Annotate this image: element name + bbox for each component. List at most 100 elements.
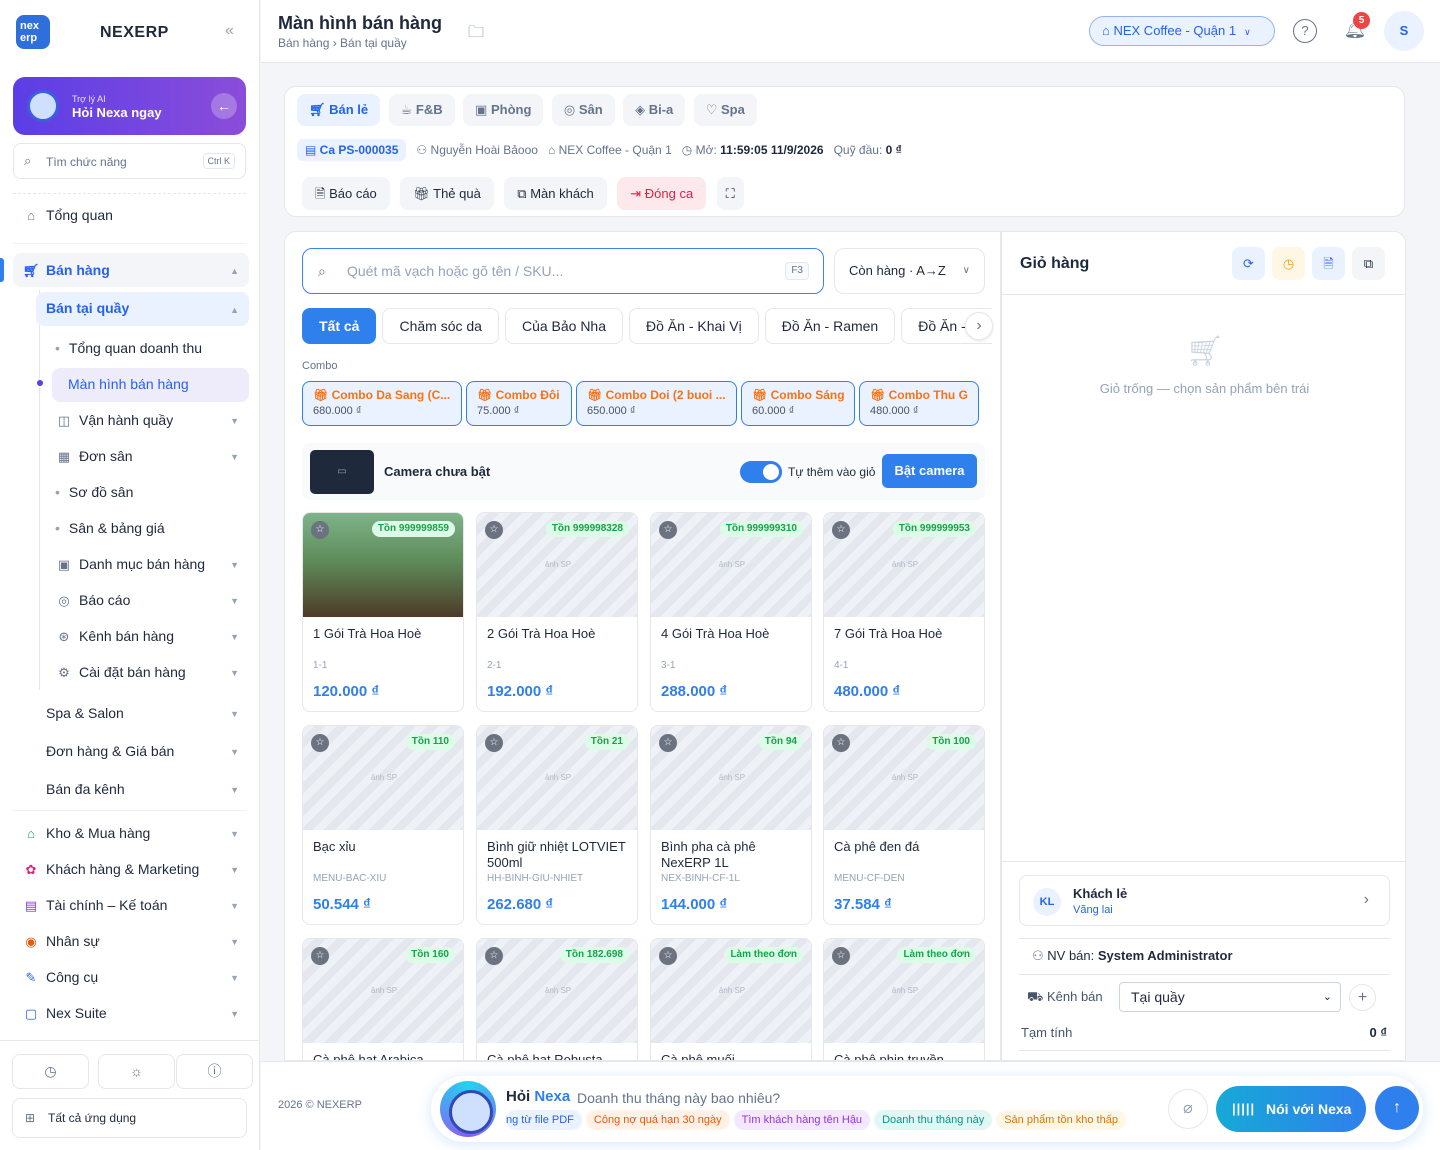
tab-court[interactable]: ◎ Sân <box>551 94 615 126</box>
star-icon[interactable]: ☆ <box>311 521 329 539</box>
attach-icon[interactable]: ⌀ <box>1168 1089 1208 1129</box>
nav-court-orders[interactable]: ▦ Đơn sân <box>55 448 133 465</box>
help-icon[interactable]: ? <box>1293 19 1317 43</box>
category-tab[interactable]: Đồ Ăn - Khai Vị <box>629 308 759 344</box>
nav-settings[interactable]: ⚙ Cài đặt bán hàng <box>55 664 185 681</box>
nav-catalog[interactable]: ▣ Danh mục bán hàng <box>55 556 205 573</box>
branch-selector[interactable]: ⌂ NEX Coffee - Quận 1 ∨ <box>1089 16 1275 46</box>
product-card[interactable]: ảnh SP ☆ Tồn 999999953 7 Gói Trà Hoa Hoè 4-1… <box>823 512 985 712</box>
document-icon[interactable]: 🗎 <box>1312 247 1345 280</box>
shift-id-badge[interactable]: ▤ Ca PS-000035 <box>297 139 407 161</box>
enable-camera-button[interactable]: Bật camera <box>882 454 977 488</box>
collapse-sidebar-icon[interactable]: « <box>225 22 234 40</box>
ai-assistant-card[interactable]: Trợ lý AI Hỏi Nexa ngay ← <box>13 77 246 135</box>
product-card[interactable]: ảnh SP ☆ Tồn 94 Bình pha cà phê NexERP 1L NE… <box>650 725 812 925</box>
nav-tools[interactable]: ✎ Công cụ <box>22 969 99 986</box>
nav-suite[interactable]: ▢ Nex Suite <box>22 1005 107 1022</box>
talk-to-nexa-button[interactable]: ||||| Nói với Nexa <box>1216 1086 1366 1132</box>
tab-room[interactable]: ▣ Phòng <box>463 94 544 126</box>
product-card[interactable]: ảnh SP ☆ Tồn 100 Cà phê đen đá MENU-CF-DEN 37… <box>823 725 985 925</box>
nav-revenue[interactable]: • Tổng quan doanh thu <box>55 340 202 356</box>
nav-pos[interactable]: Bán tại quầy <box>46 300 129 316</box>
nexa-question-input[interactable]: Doanh thu tháng này bao nhiêu? <box>577 1090 780 1106</box>
tab-spa[interactable]: ♡ Spa <box>693 94 757 126</box>
nav-inventory[interactable]: ⌂ Kho & Mua hàng <box>22 825 150 841</box>
nav-counter-ops[interactable]: ◫ Vận hành quầy <box>55 412 173 429</box>
combo-item[interactable]: 🎁︎ Combo Thu Giãn 480.000 ₫ <box>859 381 979 426</box>
report-button[interactable]: 🗎 Báo cáo <box>302 177 390 210</box>
product-search-input[interactable]: ⌕ Quét mã vạch hoặc gõ tên / SKU... F3 <box>302 248 824 294</box>
nav-finance[interactable]: ▤ Tài chính – Kế toán <box>22 897 168 914</box>
category-tab[interactable]: Đồ Ăn - Ramen <box>764 308 896 344</box>
nav-hr[interactable]: ◉ Nhân sự <box>22 933 99 950</box>
nav-overview[interactable]: ⌂ Tổng quan <box>22 207 113 223</box>
suggestion-chip[interactable]: Công nợ quá hạn 30 ngày <box>585 1110 730 1130</box>
sort-select[interactable]: Còn hàng · A→Z ∨ <box>834 248 985 294</box>
folder-icon[interactable]: 🗀 <box>468 21 484 48</box>
star-icon[interactable]: ☆ <box>311 947 329 965</box>
combo-item[interactable]: 🎁︎ Combo Da Sang (C... 680.000 ₫ <box>302 381 462 426</box>
combo-item[interactable]: 🎁︎ Combo Đôi 75.000 ₫ <box>466 381 572 426</box>
feature-search-input[interactable]: ⌕ Tìm chức năng Ctrl K <box>13 143 246 179</box>
clock-icon[interactable]: ◷ <box>1272 247 1305 280</box>
star-icon[interactable]: ☆ <box>832 521 850 539</box>
star-icon[interactable]: ☆ <box>659 521 677 539</box>
nav-court-map[interactable]: • Sơ đồ sân <box>55 484 133 500</box>
tab-retail[interactable]: 🛒︎ Bán lẻ <box>297 94 381 126</box>
combo-item[interactable]: 🎁︎ Combo Doi (2 buoi ... 650.000 ₫ <box>576 381 737 426</box>
star-icon[interactable]: ☆ <box>311 734 329 752</box>
suggestion-chip[interactable]: Doanh thu tháng này <box>874 1110 993 1130</box>
suggestion-chip[interactable]: Sản phẩm tồn kho thấp <box>996 1110 1126 1130</box>
suggestion-chip[interactable]: ng từ file PDF <box>506 1110 582 1130</box>
category-tab[interactable]: Tất cả <box>302 308 377 344</box>
product-card[interactable]: ☆ Tồn 999999859 1 Gói Trà Hoa Hoè 1-1 120.00… <box>302 512 464 712</box>
theme-button[interactable]: ☼ <box>98 1054 175 1089</box>
refresh-icon[interactable]: ⟳ <box>1232 247 1265 280</box>
send-icon[interactable]: ↑ <box>1375 1086 1419 1130</box>
star-icon[interactable]: ☆ <box>485 947 503 965</box>
auto-add-toggle[interactable] <box>740 461 782 483</box>
nav-channels[interactable]: ⊛ Kênh bán hàng <box>55 628 174 645</box>
history-button[interactable]: ◷ <box>12 1054 89 1089</box>
product-card[interactable]: ảnh SP ☆ Làm theo đơn Cà phê muối <box>650 938 812 1060</box>
suggestion-chip[interactable]: Tìm khách hàng tên Hậu <box>733 1110 871 1130</box>
star-icon[interactable]: ☆ <box>485 521 503 539</box>
star-icon[interactable]: ☆ <box>659 734 677 752</box>
customer-display-button[interactable]: ⧉ Màn khách <box>504 177 607 210</box>
product-card[interactable]: ảnh SP ☆ Tồn 999998328 2 Gói Trà Hoa Hoè 2-1… <box>476 512 638 712</box>
arrow-left-icon[interactable]: ← <box>211 93 237 119</box>
star-icon[interactable]: ☆ <box>659 947 677 965</box>
gift-card-button[interactable]: 🎁︎ Thẻ quà <box>400 177 494 210</box>
all-apps-button[interactable]: ⊞ Tất cả ứng dụng <box>12 1098 247 1138</box>
star-icon[interactable]: ☆ <box>832 734 850 752</box>
product-card[interactable]: ảnh SP ☆ Tồn 182.698 Cà phê hạt Robusta <box>476 938 638 1060</box>
nav-sales-screen[interactable]: Màn hình bán hàng <box>68 376 189 392</box>
tab-billiard[interactable]: ◈ Bi-a <box>623 94 686 126</box>
category-tab[interactable]: Của Bảo Nha <box>504 308 624 344</box>
close-shift-button[interactable]: ⇥ Đóng ca <box>617 177 707 210</box>
nav-court-prices[interactable]: • Sân & bảng giá <box>55 520 165 536</box>
nav-sales[interactable]: 🛒︎ Bán hàng <box>22 262 110 279</box>
nav-spa[interactable]: Spa & Salon <box>46 705 124 721</box>
info-button[interactable]: ⓘ <box>176 1054 253 1089</box>
product-card[interactable]: ảnh SP ☆ Làm theo đơn Cà phê phin truyền <box>823 938 985 1060</box>
nav-crm[interactable]: ✿ Khách hàng & Marketing <box>22 861 200 878</box>
nav-omni[interactable]: Bán đa kênh <box>46 781 125 797</box>
channel-select[interactable]: Tại quầy ⌄ <box>1119 982 1341 1012</box>
nav-reports[interactable]: ◎ Báo cáo <box>55 592 130 609</box>
combo-item[interactable]: 🎁︎ Combo Sáng 60.000 ₫ <box>741 381 855 426</box>
robot-icon[interactable] <box>440 1081 496 1137</box>
product-card[interactable]: ảnh SP ☆ Tồn 21 Bình giữ nhiệt LOTVIET 500m… <box>476 725 638 925</box>
add-channel-button[interactable]: + <box>1349 984 1376 1011</box>
product-card[interactable]: ảnh SP ☆ Tồn 160 Cà phê hạt Arabica <box>302 938 464 1060</box>
star-icon[interactable]: ☆ <box>832 947 850 965</box>
product-card[interactable]: ảnh SP ☆ Tồn 110 Bạc xỉu MENU-BAC-XIU 50.544 … <box>302 725 464 925</box>
scroll-right-icon[interactable]: › <box>965 312 993 340</box>
product-card[interactable]: ảnh SP ☆ Tồn 999999310 4 Gói Trà Hoa Hoè 3-1… <box>650 512 812 712</box>
customer-selector[interactable]: KL Khách lẻ Vãng lai › <box>1019 875 1390 926</box>
category-tab[interactable]: Chăm sóc da <box>382 308 499 344</box>
tab-fnb[interactable]: ☕︎ F&B <box>388 94 455 126</box>
star-icon[interactable]: ☆ <box>485 734 503 752</box>
avatar[interactable]: S <box>1384 11 1424 51</box>
fullscreen-button[interactable]: ⛶ <box>716 177 744 210</box>
